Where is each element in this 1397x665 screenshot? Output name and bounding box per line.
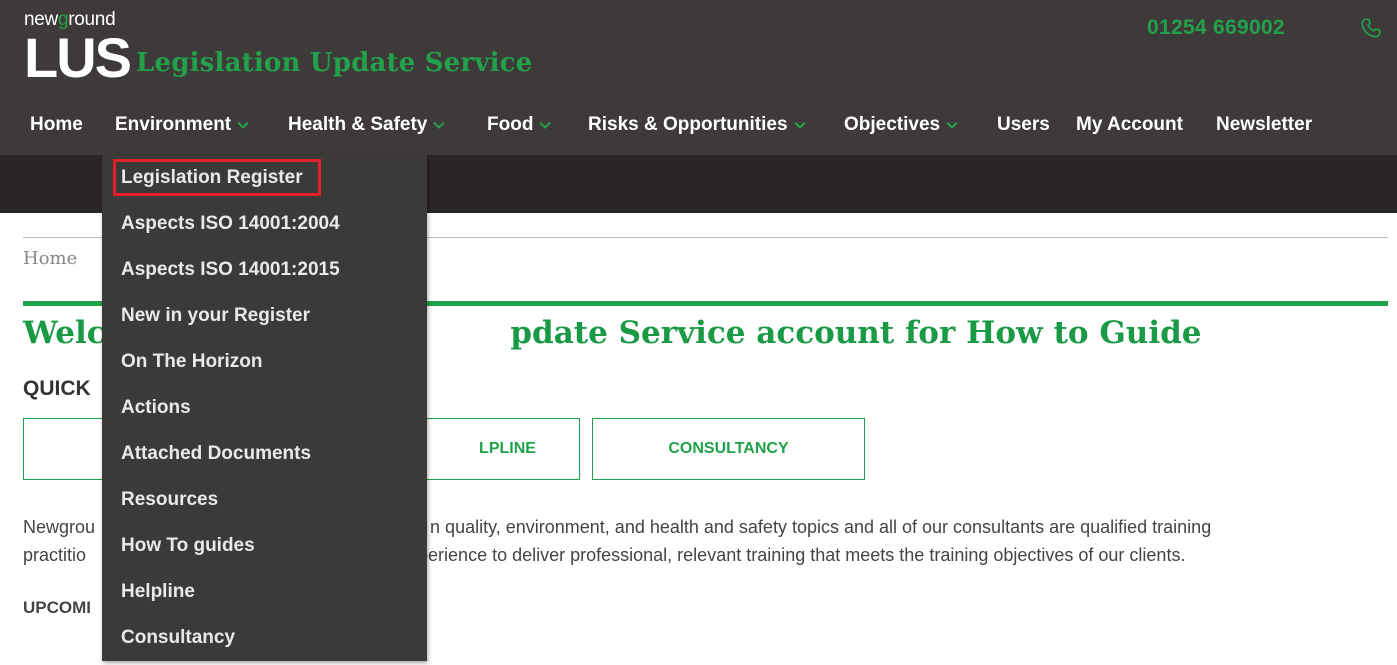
nav-label: Health & Safety [288,114,428,135]
nav-label: Environment [115,114,232,135]
phone-number[interactable]: 01254 669002 [1147,16,1285,40]
consultancy-button[interactable]: CONSULTANCY [592,418,865,480]
menu-item-aspects-2015[interactable]: Aspects ISO 14001:2015 [121,259,340,281]
para-text-left: Newgrou [23,517,96,537]
nav-environment[interactable]: Environment [115,114,251,136]
nav-users[interactable]: Users [997,114,1050,136]
nav-label: My Account [1076,114,1183,135]
phone-icon[interactable] [1360,17,1382,39]
nav-newsletter[interactable]: Newsletter [1216,114,1312,136]
menu-item-actions[interactable]: Actions [121,397,191,419]
lus-logo[interactable]: LUS [24,30,132,86]
nav-my-account[interactable]: My Account [1076,114,1183,136]
quick-links-heading: QUICK [23,377,91,400]
menu-item-how-to-guides[interactable]: How To guides [121,535,255,557]
quick-link-label: CONSULTANCY [668,440,789,457]
menu-item-aspects-2004[interactable]: Aspects ISO 14001:2004 [121,213,340,235]
nav-label: Risks & Opportunities [588,114,788,135]
menu-item-legislation-register[interactable]: Legislation Register [121,167,303,189]
chevron-down-icon [539,121,552,129]
page-title-right: pdate Service account for How to Guide [510,315,1202,351]
nav-label: Food [487,114,534,135]
chevron-down-icon [946,121,958,129]
nav-risks-opportunities[interactable]: Risks & Opportunities [588,114,808,136]
breadcrumb[interactable]: Home [23,248,77,269]
menu-item-helpline[interactable]: Helpline [121,581,195,603]
nav-home[interactable]: Home [30,114,83,136]
nav-label: Users [997,114,1050,135]
nav-label: Objectives [844,114,941,135]
chevron-down-icon [793,121,806,129]
nav-food[interactable]: Food [487,114,553,136]
menu-item-new-in-register[interactable]: New in your Register [121,305,310,327]
site-header: newground LUS Legislation Update Service… [0,0,1397,155]
chevron-down-icon [237,121,249,129]
menu-item-attached-documents[interactable]: Attached Documents [121,443,311,465]
para-text-left: practitio [23,545,87,565]
menu-item-consultancy[interactable]: Consultancy [121,627,235,649]
nav-label: Newsletter [1216,114,1313,135]
menu-item-resources[interactable]: Resources [121,489,218,511]
nav-label: Home [30,114,83,135]
para-text-right: perience to deliver professional, releva… [418,545,1186,565]
brand-title: Legislation Update Service [136,48,533,78]
para-text-right: n quality, environment, and health and s… [430,517,1212,537]
menu-item-on-the-horizon[interactable]: On The Horizon [121,351,262,373]
nav-health-safety[interactable]: Health & Safety [288,114,447,136]
quick-link-label: LPLINE [479,440,536,457]
chevron-down-icon [433,121,446,129]
nav-objectives[interactable]: Objectives [844,114,960,136]
environment-dropdown-menu: Legislation Register Aspects ISO 14001:2… [102,155,427,661]
upcoming-heading: UPCOMI [23,598,91,617]
